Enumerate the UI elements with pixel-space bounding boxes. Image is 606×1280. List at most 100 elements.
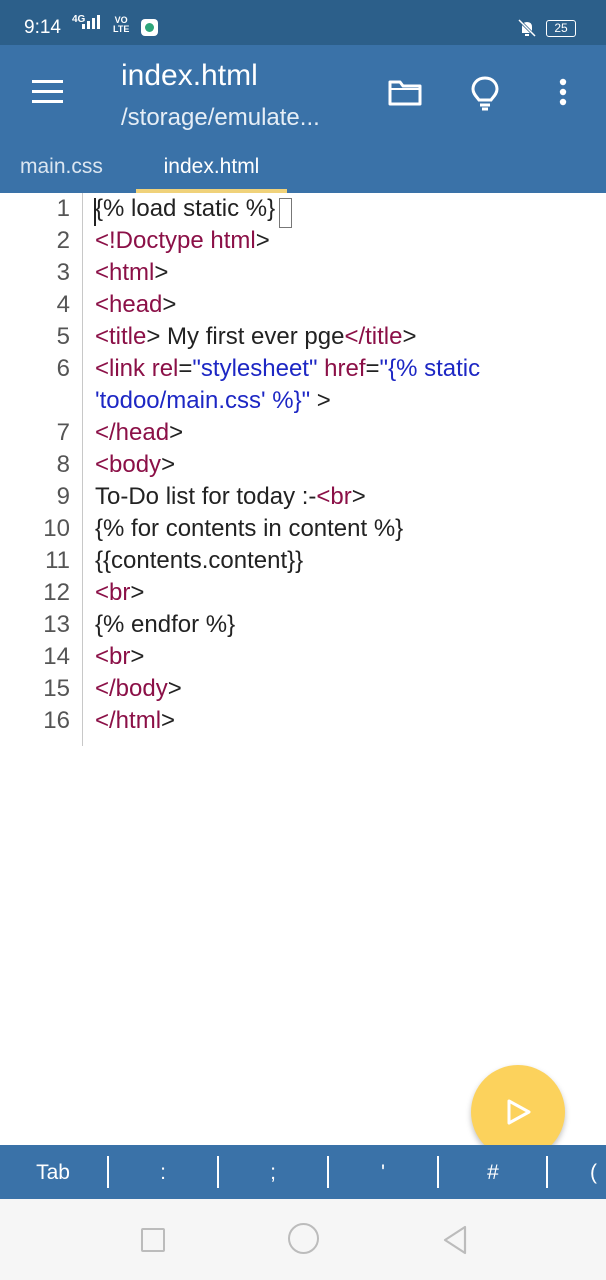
line-number: 9 xyxy=(56,483,70,510)
code-token: > xyxy=(154,259,169,286)
status-time: 9:14 xyxy=(24,17,61,38)
code-token: <html xyxy=(95,259,155,286)
code-editor[interactable]: 1 {% load static %} 2 <!Doctype html> 3 <html… xyxy=(0,193,606,1145)
lightbulb-icon[interactable] xyxy=(470,75,500,116)
code-line[interactable]: 12 <br> xyxy=(0,577,606,609)
code-text: 'todoo/main.css' %}" > xyxy=(95,385,595,417)
code-token: > xyxy=(169,419,184,446)
code-line[interactable]: 16 </html> xyxy=(0,705,606,737)
code-token: rel xyxy=(151,355,179,382)
code-line[interactable]: 3 <html> xyxy=(0,257,606,289)
more-vertical-icon[interactable] xyxy=(558,78,568,111)
home-icon[interactable] xyxy=(288,1223,319,1254)
code-token: > xyxy=(167,675,182,702)
key-hash[interactable]: # xyxy=(460,1145,526,1199)
signal-icon: 4G xyxy=(72,15,100,29)
line-number: 2 xyxy=(56,227,70,254)
line-number: 14 xyxy=(43,643,70,670)
key-quote[interactable]: ' xyxy=(350,1145,416,1199)
code-token: <body xyxy=(95,451,162,478)
code-token: > xyxy=(161,707,176,734)
code-line[interactable]: 2 <!Doctype html> xyxy=(0,225,606,257)
code-token: > xyxy=(402,323,417,350)
play-icon xyxy=(507,1099,531,1125)
silent-bell-icon xyxy=(516,18,538,43)
key-tab[interactable]: Tab xyxy=(20,1145,86,1199)
code-line[interactable]: 5 <title> My first ever pge</title> xyxy=(0,321,606,353)
code-line[interactable]: 1 {% load static %} xyxy=(0,193,606,225)
code-token: <link xyxy=(95,355,152,382)
code-line[interactable]: 7 </head> xyxy=(0,417,606,449)
code-text: To-Do list for today :-<br> xyxy=(95,481,595,513)
code-token: href xyxy=(324,355,366,382)
line-number: 4 xyxy=(56,291,70,318)
code-token: = xyxy=(178,355,193,382)
code-token: > xyxy=(130,579,145,606)
code-line[interactable]: 9 To-Do list for today :-<br> xyxy=(0,481,606,513)
tab-index-html[interactable]: index.html xyxy=(136,139,287,193)
app-notification-icon xyxy=(141,19,158,36)
key-colon[interactable]: : xyxy=(130,1145,196,1199)
code-text: <html> xyxy=(95,257,595,289)
code-token: > xyxy=(351,483,366,510)
code-text: {{contents.content}} xyxy=(95,545,595,577)
code-token: </body xyxy=(95,675,168,702)
line-number: 8 xyxy=(56,451,70,478)
folder-icon[interactable] xyxy=(388,78,422,111)
code-line[interactable]: 13 {% endfor %} xyxy=(0,609,606,641)
key-open-paren[interactable]: ( xyxy=(590,1145,606,1199)
code-text: <title> My first ever pge</title> xyxy=(95,321,595,353)
key-separator xyxy=(107,1156,109,1188)
code-text: <link rel="stylesheet" href="{% static xyxy=(95,353,595,385)
volte-bottom: LTE xyxy=(113,24,130,34)
line-number: 10 xyxy=(43,515,70,542)
app-toolbar: index.html /storage/emulate... xyxy=(0,45,606,139)
code-line[interactable]: 6 <link rel="stylesheet" href="{% static xyxy=(0,353,606,385)
line-number: 11 xyxy=(45,547,70,574)
battery-icon: 25 xyxy=(546,20,576,37)
code-token: <title xyxy=(95,323,147,350)
code-token: 'todoo/main.css' %}" xyxy=(95,387,311,414)
code-line[interactable]: 15 </body> xyxy=(0,673,606,705)
file-tabs: main.css index.html xyxy=(0,139,606,193)
code-token: {{contents.content}} xyxy=(95,547,304,574)
code-text: </body> xyxy=(95,673,595,705)
recent-apps-icon[interactable] xyxy=(141,1228,165,1252)
code-text: <br> xyxy=(95,577,595,609)
code-token: > xyxy=(161,451,176,478)
code-text: <head> xyxy=(95,289,595,321)
code-token: <br xyxy=(316,483,352,510)
file-path: /storage/emulate... xyxy=(121,104,320,131)
code-text: {% for contents in content %} xyxy=(95,513,595,545)
code-text: </html> xyxy=(95,705,595,737)
line-number: 3 xyxy=(56,259,70,286)
line-number: 5 xyxy=(56,323,70,350)
volte-indicator: VO LTE xyxy=(113,16,129,34)
code-line[interactable]: 11 {{contents.content}} xyxy=(0,545,606,577)
line-number: 7 xyxy=(56,419,70,446)
code-token: </head xyxy=(95,419,170,446)
code-line[interactable]: 10 {% for contents in content %} xyxy=(0,513,606,545)
menu-icon[interactable] xyxy=(32,80,63,104)
code-token: {% load static %} xyxy=(95,195,276,222)
code-line[interactable]: 4 <head> xyxy=(0,289,606,321)
code-token: > xyxy=(162,291,177,318)
code-text: <!Doctype html> xyxy=(95,225,595,257)
line-number: 12 xyxy=(43,579,70,606)
code-token: To-Do list for today :- xyxy=(95,483,317,510)
code-token: > xyxy=(130,643,145,670)
code-line[interactable]: 'todoo/main.css' %}" > xyxy=(0,385,606,417)
code-token: <br xyxy=(95,579,131,606)
tab-main-css[interactable]: main.css xyxy=(20,139,103,193)
code-token: > xyxy=(255,227,270,254)
code-token: "stylesheet" xyxy=(192,355,318,382)
status-bar: 9:14 4G VO LTE 25 xyxy=(0,0,606,45)
code-line[interactable]: 14 <br> xyxy=(0,641,606,673)
back-icon[interactable] xyxy=(442,1225,468,1260)
code-token: <head xyxy=(95,291,163,318)
code-token: </html xyxy=(95,707,162,734)
key-separator xyxy=(437,1156,439,1188)
key-semicolon[interactable]: ; xyxy=(240,1145,306,1199)
code-line[interactable]: 8 <body> xyxy=(0,449,606,481)
line-number: 16 xyxy=(43,707,70,734)
